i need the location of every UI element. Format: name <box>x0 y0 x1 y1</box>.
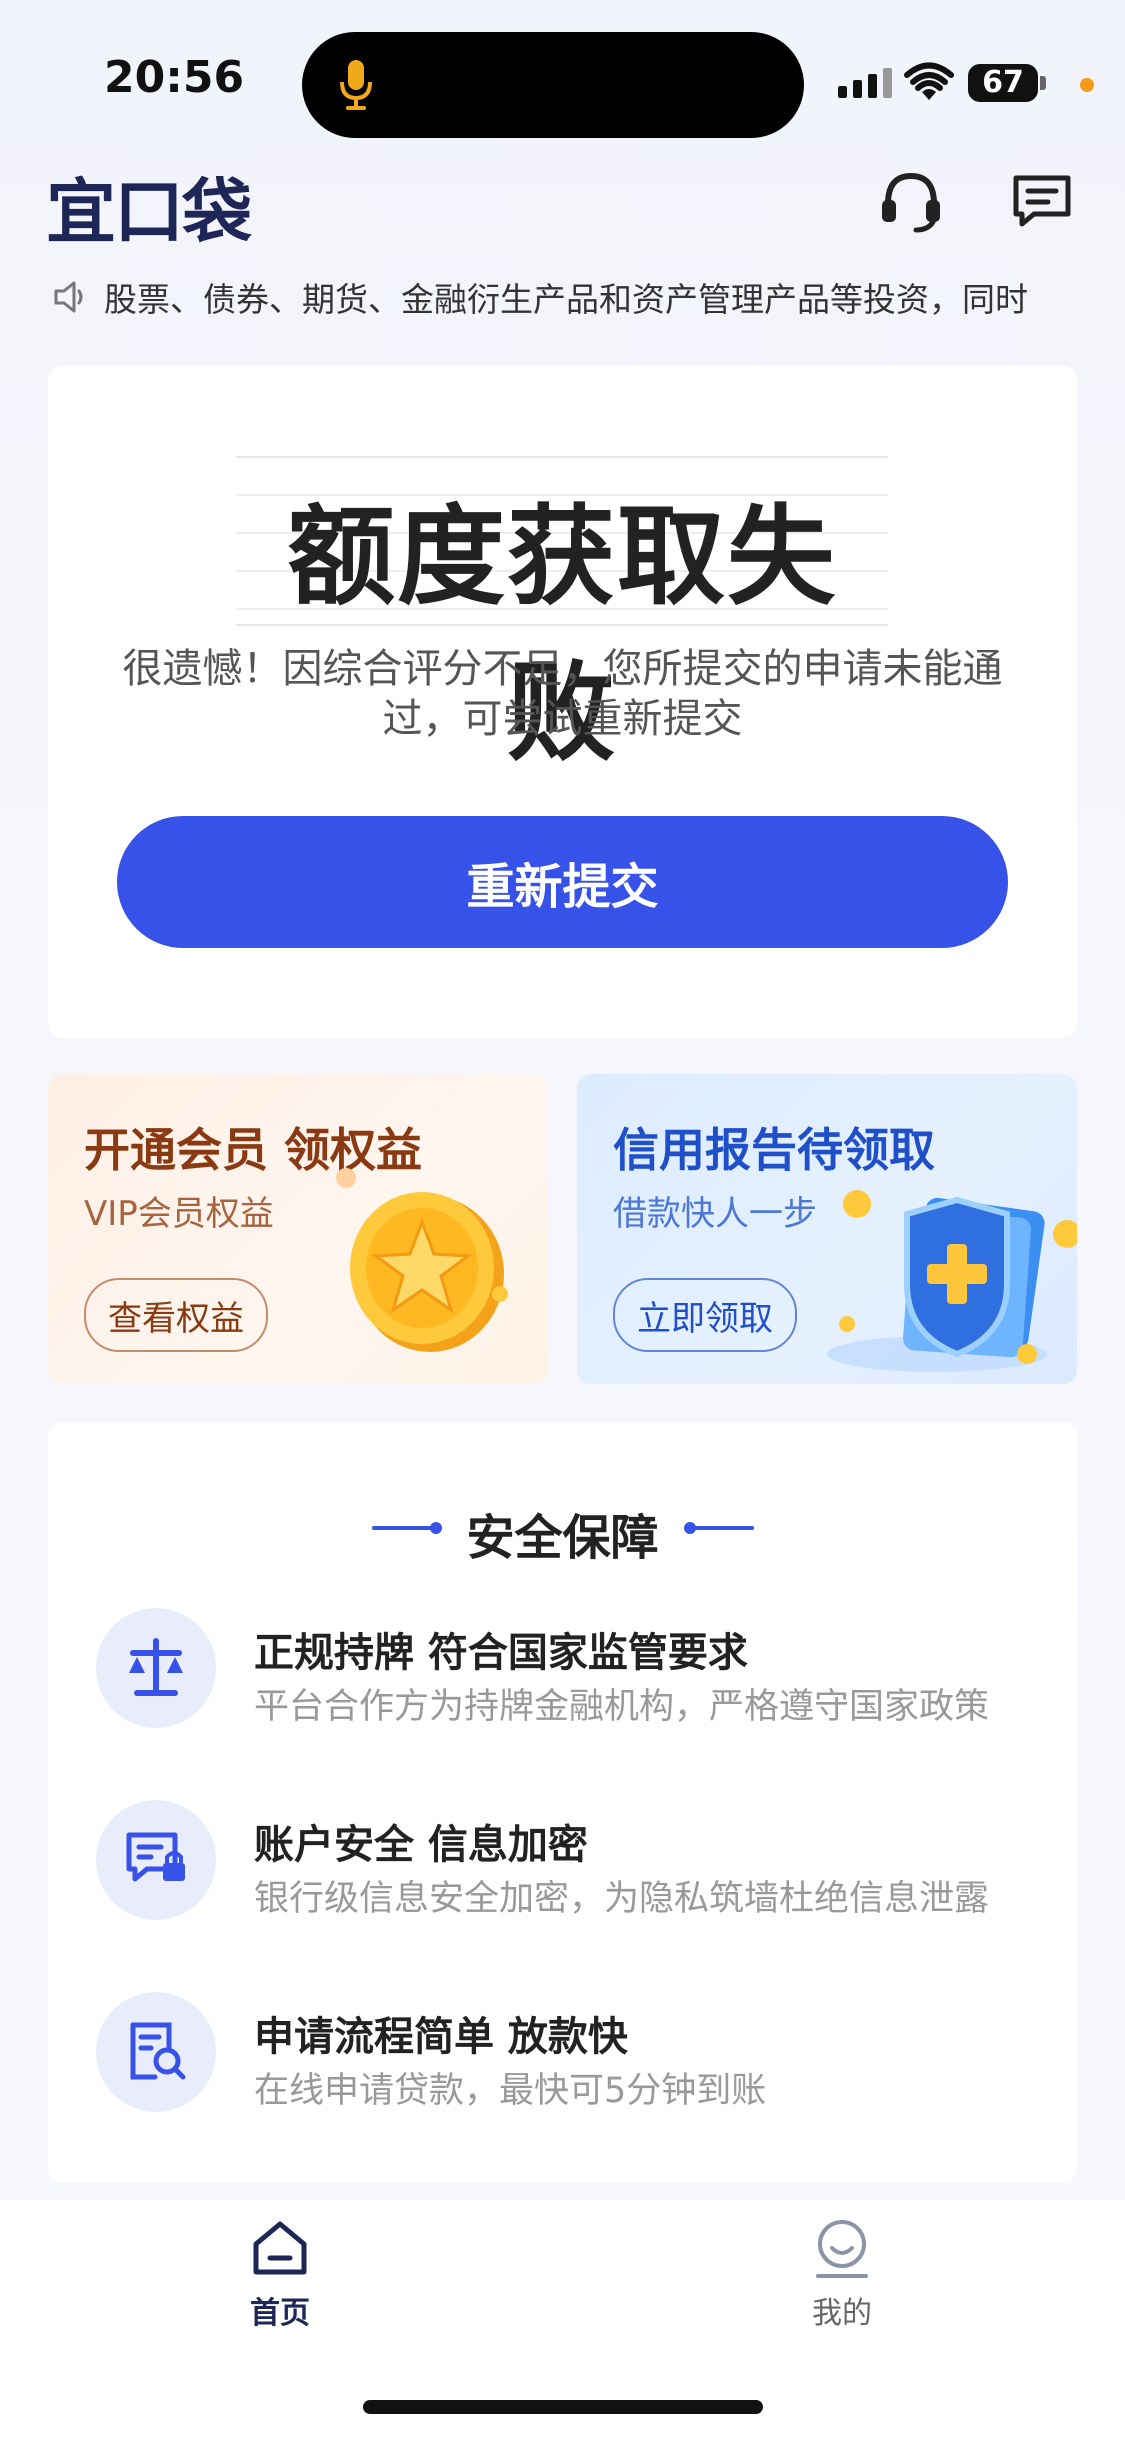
resubmit-button[interactable]: 重新提交 <box>117 816 1008 948</box>
microphone-icon <box>340 60 372 110</box>
speaker-icon <box>54 281 83 313</box>
profile-icon <box>816 2220 868 2278</box>
document-search-icon <box>96 1992 216 2112</box>
feature-description: 平台合作方为持牌金融机构，严格遵守国家政策 <box>254 1687 990 1727</box>
security-title: 安全保障 <box>466 1510 659 1566</box>
result-description: 很遗憾！因综合评分不足，您所提交的申请未能通过，可尝试重新提交 <box>122 646 1003 742</box>
feature-title: 正规持牌 符合国家监管要求 <box>254 1630 748 1676</box>
vip-promo-card[interactable]: 开通会员 领权益 VIP会员权益 查看权益 <box>48 1074 548 1384</box>
app-logo: 宜口袋 <box>46 171 252 253</box>
nav-home[interactable]: 首页 <box>230 2218 330 2348</box>
shield-report-icon <box>827 1190 1077 1372</box>
credit-report-promo-card[interactable]: 信用报告待领取 借款快人一步 立即领取 <box>577 1074 1077 1384</box>
star-coin-icon <box>336 1168 508 1352</box>
feature-title: 账户安全 信息加密 <box>254 1822 588 1868</box>
notice-text: 股票、债券、期货、金融衍生产品和资产管理产品等投资，同时 <box>104 280 1028 319</box>
secure-message-icon <box>96 1800 216 1920</box>
nav-mine[interactable]: 我的 <box>792 2218 892 2348</box>
vip-promo-subtitle: VIP会员权益 <box>84 1194 274 1234</box>
privacy-dot <box>1080 78 1094 92</box>
battery-indicator: 67 <box>968 64 1038 102</box>
credit-promo-subtitle: 借款快人一步 <box>613 1194 817 1234</box>
home-indicator <box>363 2400 763 2414</box>
feature-description: 银行级信息安全加密，为隐私筑墙杜绝信息泄露 <box>254 1879 990 1919</box>
credit-promo-title: 信用报告待领取 <box>613 1123 935 1177</box>
message-icon[interactable] <box>1010 172 1074 230</box>
dynamic-island <box>302 32 804 138</box>
wifi-icon <box>904 62 954 100</box>
title-decoration-right <box>690 1526 754 1530</box>
title-dot-left <box>430 1522 442 1534</box>
view-benefits-button[interactable]: 查看权益 <box>84 1278 268 1352</box>
home-icon <box>253 2221 307 2275</box>
feature-title: 申请流程简单 放款快 <box>254 2014 628 2060</box>
notice-bar: 股票、债券、期货、金融衍生产品和资产管理产品等投资，同时 <box>50 272 1080 322</box>
status-time: 20:56 <box>104 52 245 103</box>
nav-home-label: 首页 <box>250 2296 310 2331</box>
cellular-signal-icon <box>838 68 892 98</box>
scale-icon <box>96 1608 216 1728</box>
feature-description: 在线申请贷款，最快可5分钟到账 <box>254 2071 767 2111</box>
nav-mine-label: 我的 <box>812 2296 872 2331</box>
customer-service-icon[interactable] <box>876 166 946 236</box>
battery-tip <box>1040 76 1046 90</box>
title-decoration-left <box>372 1526 436 1530</box>
claim-now-button[interactable]: 立即领取 <box>613 1278 797 1352</box>
